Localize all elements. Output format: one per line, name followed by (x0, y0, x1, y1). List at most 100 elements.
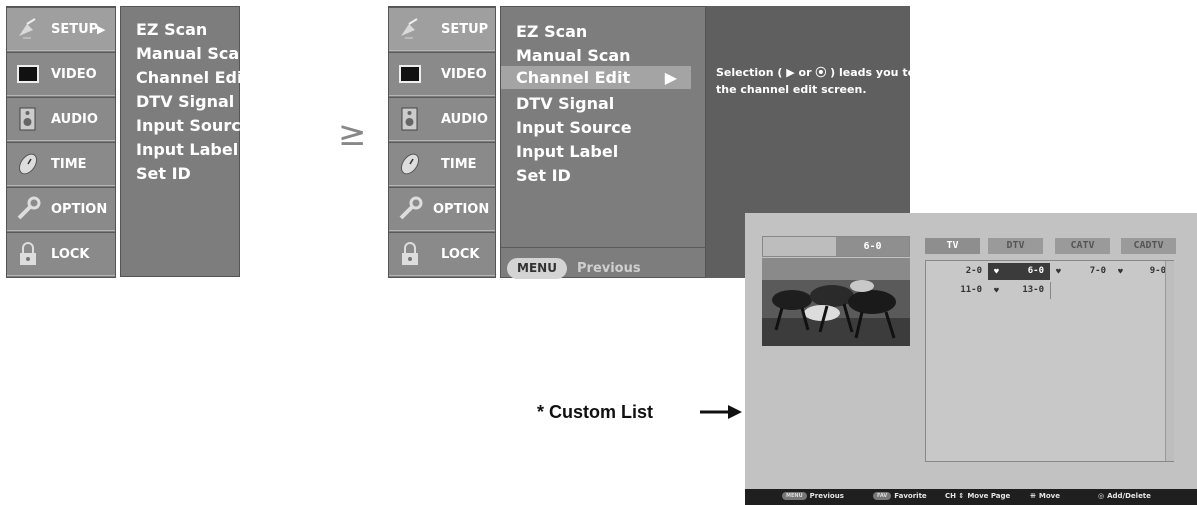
tab-tv[interactable]: TV (925, 238, 980, 254)
clock-icon (400, 153, 420, 175)
footer-move-label: Move (1038, 492, 1060, 500)
channel-number: 9-0 (1149, 266, 1166, 276)
favorite-heart-icon: ♥ (994, 286, 999, 295)
channel-number: 2-0 (965, 266, 982, 276)
footer-move-page[interactable]: CH ⇕ Move Page (945, 492, 1010, 500)
footer-move-page-label: Move Page (967, 492, 1011, 500)
grid-divider (1050, 282, 1051, 299)
sidebar-item-setup[interactable]: SETUP ▶ (7, 7, 115, 51)
sidebar-item-label: VIDEO (441, 66, 487, 82)
custom-list-callout: * Custom List (537, 402, 654, 422)
tab-catv[interactable]: CATV (1055, 238, 1110, 254)
preview-header: 6-0 (762, 236, 910, 257)
preview-channel-box: 6-0 (836, 237, 909, 256)
channel-cell[interactable]: ♥ 6-0 (988, 263, 1050, 280)
channel-key-icon: CH ⇕ (945, 492, 965, 500)
footer-move[interactable]: ⁜ Move (1030, 492, 1060, 500)
sidebar-item-label: SETUP (441, 21, 489, 37)
divider (501, 247, 707, 248)
sidebar-item-video[interactable]: VIDEO (7, 52, 115, 96)
satellite-dish-icon (19, 18, 36, 39)
favorite-heart-icon: ♥ (1118, 267, 1123, 276)
menu-item-dtv-signal[interactable]: DTV Signal (516, 94, 614, 113)
menu-item-set-id[interactable]: Set ID (516, 166, 571, 185)
menu-item-ez-scan[interactable]: EZ Scan (516, 22, 587, 41)
ok-key-icon: ◎ (1098, 492, 1105, 500)
channel-cell[interactable]: ♥ 13-0 (988, 282, 1050, 299)
menu-item-manual-scan[interactable]: Manual Scan (136, 44, 251, 63)
tab-dtv[interactable]: DTV (988, 238, 1043, 254)
sidebar-item-label: OPTION (51, 201, 108, 217)
fav-key-icon: FAV (873, 492, 892, 500)
footer-add-delete[interactable]: ◎ Add/Delete (1098, 492, 1151, 500)
menu-item-channel-edit[interactable]: Channel Edit (136, 68, 250, 87)
footer-favorite[interactable]: FAV Favorite (873, 492, 927, 500)
preview-image (762, 258, 910, 346)
sidebar-item-lock[interactable]: LOCK (7, 232, 115, 276)
menu-item-dtv-signal[interactable]: DTV Signal (136, 92, 234, 111)
monitor-icon (17, 65, 39, 83)
sidebar-item-audio[interactable]: AUDIO (7, 97, 115, 141)
menu-b-sidebar: SETUP VIDEO AUDIO TIME OPTION LOCK (388, 6, 496, 278)
padlock-icon (402, 242, 418, 265)
favorite-heart-icon: ♥ (994, 267, 999, 276)
sidebar-item-label: TIME (51, 156, 87, 172)
footer-bar: MENU Previous FAV Favorite CH ⇕ Move Page ⁜… (745, 489, 1197, 505)
menu-item-ez-scan[interactable]: EZ Scan (136, 20, 207, 39)
sidebar-item-time[interactable]: TIME (389, 142, 495, 186)
clock-icon (18, 153, 38, 175)
menu-item-input-source[interactable]: Input Source (136, 116, 252, 135)
menu-item-manual-scan[interactable]: Manual Scan (516, 46, 631, 65)
sidebar-item-audio[interactable]: AUDIO (389, 97, 495, 141)
sidebar-item-option[interactable]: OPTION (7, 187, 115, 231)
channel-edit-screen: 6-0 TV DTV CATV CADTV 2-0 ♥ 6-0 ♥ 7-0 ♥ … (745, 213, 1197, 505)
tab-cadtv[interactable]: CADTV (1121, 238, 1176, 254)
sidebar-item-label: AUDIO (441, 111, 488, 127)
sidebar-item-time[interactable]: TIME (7, 142, 115, 186)
sidebar-item-label: LOCK (51, 246, 90, 262)
sidebar-item-option[interactable]: OPTION (389, 187, 495, 231)
sidebar-item-label: VIDEO (51, 66, 97, 82)
menu-item-input-label[interactable]: Input Label (516, 142, 618, 161)
channel-number: 11-0 (960, 285, 982, 295)
help-text: Selection ( ▶ or ⦿ ) leads you to the ch… (716, 66, 916, 96)
menu-item-input-label[interactable]: Input Label (136, 140, 238, 159)
speaker-icon (19, 107, 36, 131)
menu-item-set-id[interactable]: Set ID (136, 164, 191, 183)
speaker-icon (401, 107, 418, 131)
padlock-icon (20, 242, 36, 265)
menu-item-channel-edit[interactable]: Channel Edit ▶ (501, 66, 691, 89)
sidebar-item-label: AUDIO (51, 111, 98, 127)
menu-key-icon: MENU (782, 492, 807, 500)
sidebar-item-label: TIME (441, 156, 477, 172)
channel-number: 13-0 (1022, 285, 1044, 295)
sidebar-item-label: SETUP (51, 21, 99, 37)
menu-b-panel: EZ Scan Manual Scan Channel Edit ▶ DTV S… (500, 6, 707, 279)
wrench-icon (399, 196, 423, 220)
scrollbar[interactable] (1165, 261, 1174, 461)
footer-previous[interactable]: MENU Previous (782, 492, 844, 500)
chevron-right-icon: ▶ (664, 68, 677, 87)
channel-number: 6-0 (1027, 266, 1044, 276)
menu-a-sidebar: SETUP ▶ VIDEO AUDIO TIME OPTION LOCK (6, 6, 116, 278)
satellite-dish-icon (401, 18, 418, 39)
monitor-icon (399, 65, 421, 83)
channel-cell[interactable]: 2-0 (926, 263, 988, 280)
footer-favorite-label: Favorite (894, 492, 927, 500)
channel-cell[interactable]: ♥ 7-0 (1050, 263, 1112, 280)
sidebar-item-setup[interactable]: SETUP (389, 7, 495, 51)
horse-race-image (762, 258, 910, 346)
menu-button[interactable]: MENU (507, 258, 567, 279)
navigation-key-icon: ⁜ (1030, 492, 1036, 500)
channel-cell[interactable]: 11-0 (926, 282, 988, 299)
sidebar-item-video[interactable]: VIDEO (389, 52, 495, 96)
transition-symbol: ≥ (338, 114, 367, 154)
favorite-heart-icon: ♥ (1056, 267, 1061, 276)
channel-cell[interactable]: ♥ 9-0 (1112, 263, 1172, 280)
menu-a-panel: EZ Scan Manual Scan Channel Edit DTV Sig… (120, 6, 252, 277)
footer-previous-label: Previous (809, 492, 844, 500)
channel-number: 7-0 (1089, 266, 1106, 276)
sidebar-item-lock[interactable]: LOCK (389, 232, 495, 276)
wrench-icon (17, 196, 41, 220)
menu-item-input-source[interactable]: Input Source (516, 118, 632, 137)
